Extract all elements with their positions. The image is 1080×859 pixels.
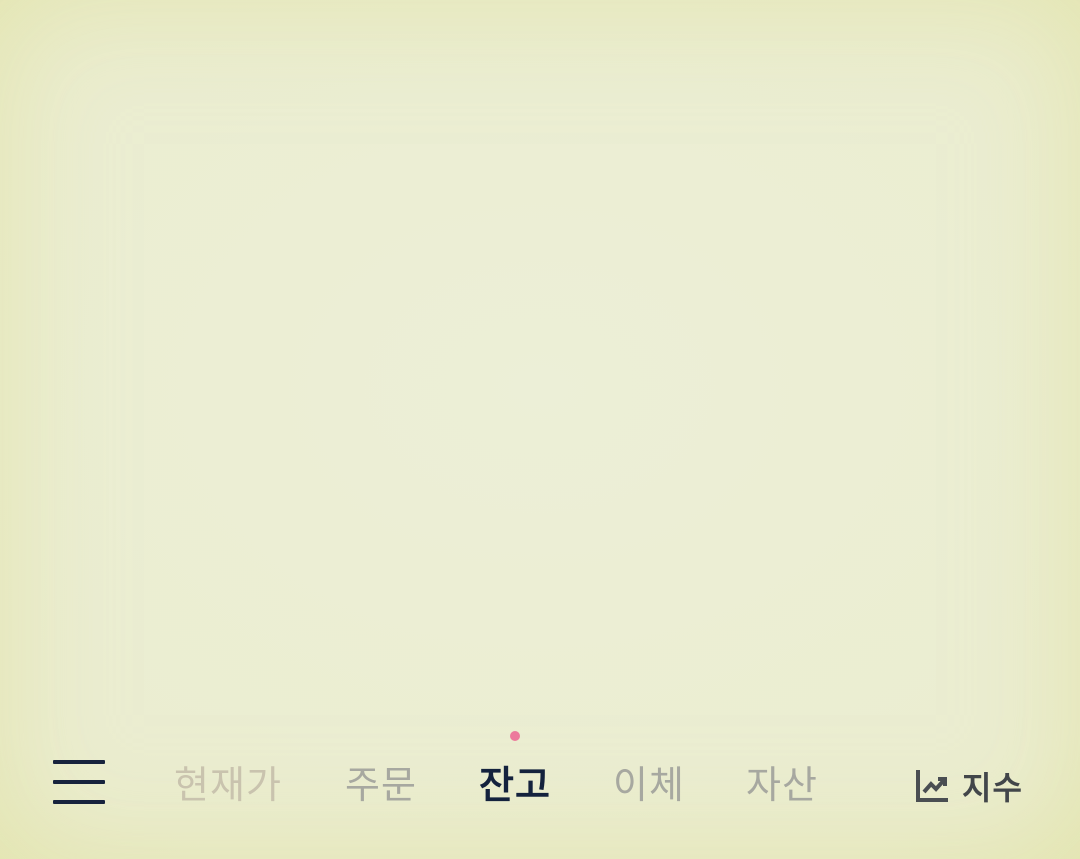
tab-balance[interactable]: 잔고 — [479, 760, 551, 810]
menu-line — [53, 760, 105, 764]
tab-transfer[interactable]: 이체 — [613, 760, 685, 810]
active-tab-indicator-dot — [510, 731, 520, 741]
tab-assets[interactable]: 자산 — [746, 760, 818, 810]
bottom-navigation-bar: 현재가 주문 잔고 이체 자산 지수 — [0, 720, 1080, 859]
hamburger-menu-icon[interactable] — [53, 760, 105, 806]
menu-line — [53, 780, 105, 784]
index-button-label: 지수 — [962, 769, 1023, 807]
menu-line — [53, 800, 105, 804]
tab-current-price[interactable]: 현재가 — [174, 760, 282, 810]
trending-up-chart-icon — [916, 770, 948, 802]
tab-order[interactable]: 주문 — [345, 760, 417, 810]
index-button[interactable]: 지수 — [914, 764, 1023, 808]
